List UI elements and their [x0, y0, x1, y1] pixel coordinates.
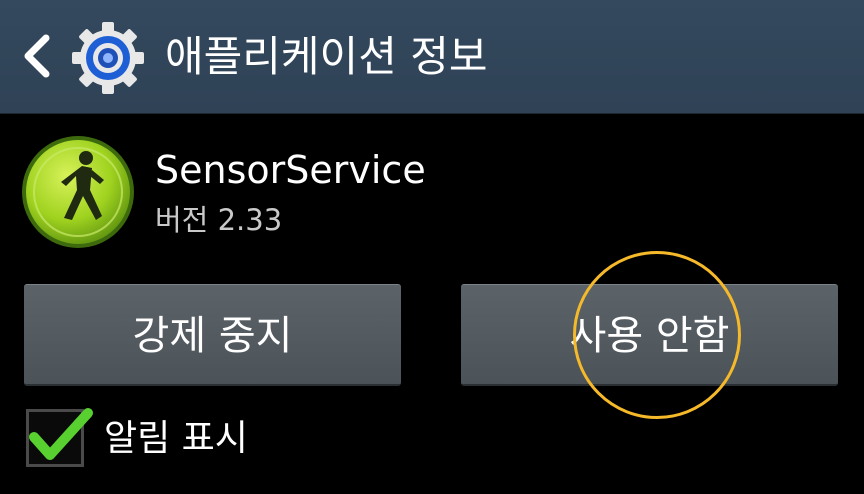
page-title: 애플리케이션 정보 [165, 32, 488, 81]
app-name: SensorService [155, 148, 426, 192]
walking-person-icon [22, 136, 134, 248]
checkmark-icon [29, 408, 93, 460]
back-chevron-icon[interactable] [22, 34, 52, 78]
app-version: 버전 2.33 [155, 203, 283, 237]
show-notifications-label: 알림 표시 [104, 418, 248, 459]
action-bar: 애플리케이션 정보 [0, 0, 864, 114]
disable-button[interactable]: 사용 안함 [461, 284, 838, 386]
force-stop-button[interactable]: 강제 중지 [24, 284, 401, 386]
gear-icon [72, 22, 144, 94]
